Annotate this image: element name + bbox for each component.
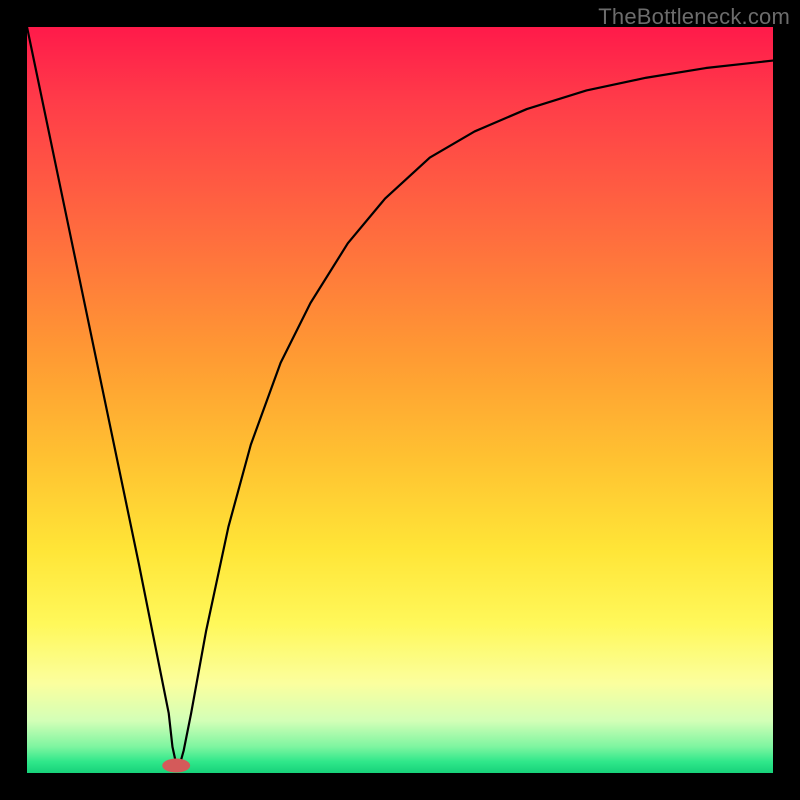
chart-frame: TheBottleneck.com bbox=[0, 0, 800, 800]
chart-svg bbox=[27, 27, 773, 773]
plot-area bbox=[27, 27, 773, 773]
bottleneck-curve bbox=[27, 27, 773, 764]
watermark-text: TheBottleneck.com bbox=[598, 4, 790, 30]
minimum-marker bbox=[162, 759, 190, 773]
